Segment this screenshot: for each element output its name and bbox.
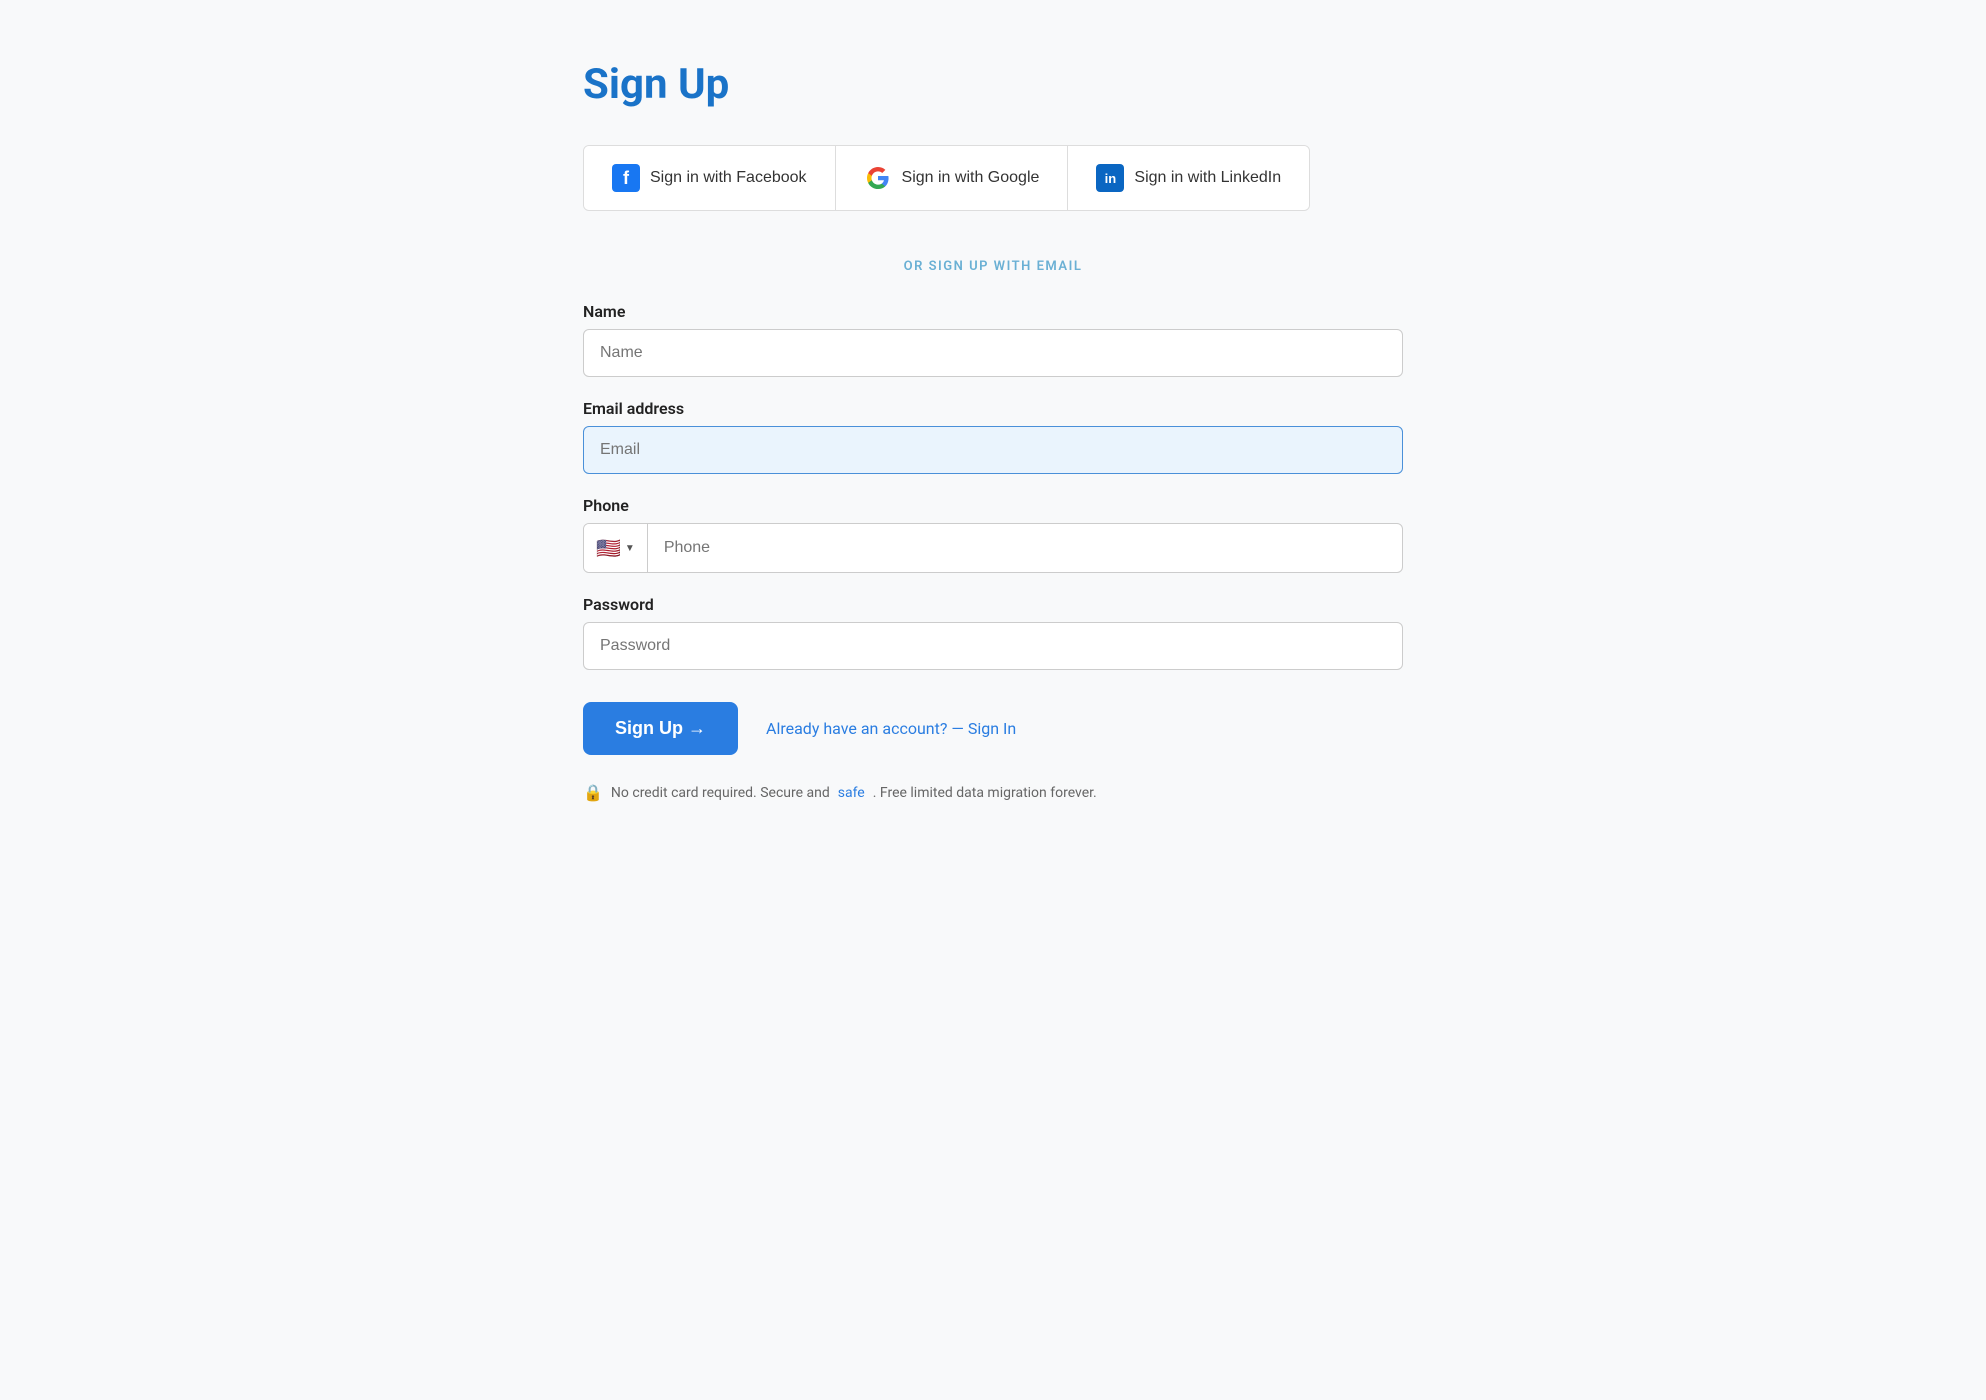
phone-label: Phone: [583, 496, 1403, 515]
facebook-signin-button[interactable]: f Sign in with Facebook: [584, 146, 836, 210]
security-note: 🔒 No credit card required. Secure and sa…: [583, 783, 1403, 802]
linkedin-button-label: Sign in with LinkedIn: [1134, 169, 1281, 187]
email-field-group: Email address: [583, 399, 1403, 474]
password-field-group: Password: [583, 595, 1403, 670]
form-actions: Sign Up → Already have an account? — Sig…: [583, 702, 1403, 755]
email-label: Email address: [583, 399, 1403, 418]
facebook-icon: f: [612, 164, 640, 192]
name-input[interactable]: [583, 329, 1403, 377]
password-input[interactable]: [583, 622, 1403, 670]
email-input[interactable]: [583, 426, 1403, 474]
google-signin-button[interactable]: Sign in with Google: [836, 146, 1069, 210]
social-buttons-group: f Sign in with Facebook Sign in with Goo…: [583, 145, 1310, 211]
us-flag: 🇺🇸: [596, 538, 621, 558]
email-divider: OR SIGN UP WITH EMAIL: [583, 259, 1403, 274]
linkedin-signin-button[interactable]: in Sign in with LinkedIn: [1068, 146, 1309, 210]
phone-input[interactable]: [648, 525, 1402, 571]
page-title: Sign Up: [583, 60, 1403, 109]
security-note-before: No credit card required. Secure and: [611, 785, 830, 801]
signup-button[interactable]: Sign Up →: [583, 702, 738, 755]
password-label: Password: [583, 595, 1403, 614]
facebook-button-label: Sign in with Facebook: [650, 169, 807, 187]
phone-country-selector[interactable]: 🇺🇸 ▼: [584, 524, 648, 572]
google-icon: [864, 164, 892, 192]
phone-input-wrapper: 🇺🇸 ▼: [583, 523, 1403, 573]
signup-form: Name Email address Phone 🇺🇸 ▼ Password: [583, 302, 1403, 802]
name-label: Name: [583, 302, 1403, 321]
country-dropdown-arrow: ▼: [625, 543, 635, 554]
name-field-group: Name: [583, 302, 1403, 377]
security-note-after: . Free limited data migration forever.: [873, 785, 1097, 801]
phone-field-group: Phone 🇺🇸 ▼: [583, 496, 1403, 573]
linkedin-icon: in: [1096, 164, 1124, 192]
signup-button-label: Sign Up →: [615, 718, 706, 739]
lock-icon: 🔒: [583, 783, 603, 802]
google-button-label: Sign in with Google: [902, 169, 1040, 187]
page-container: Sign Up f Sign in with Facebook Sign in …: [543, 60, 1443, 1400]
safe-link[interactable]: safe: [838, 785, 865, 801]
signin-link[interactable]: Already have an account? — Sign In: [766, 719, 1016, 738]
